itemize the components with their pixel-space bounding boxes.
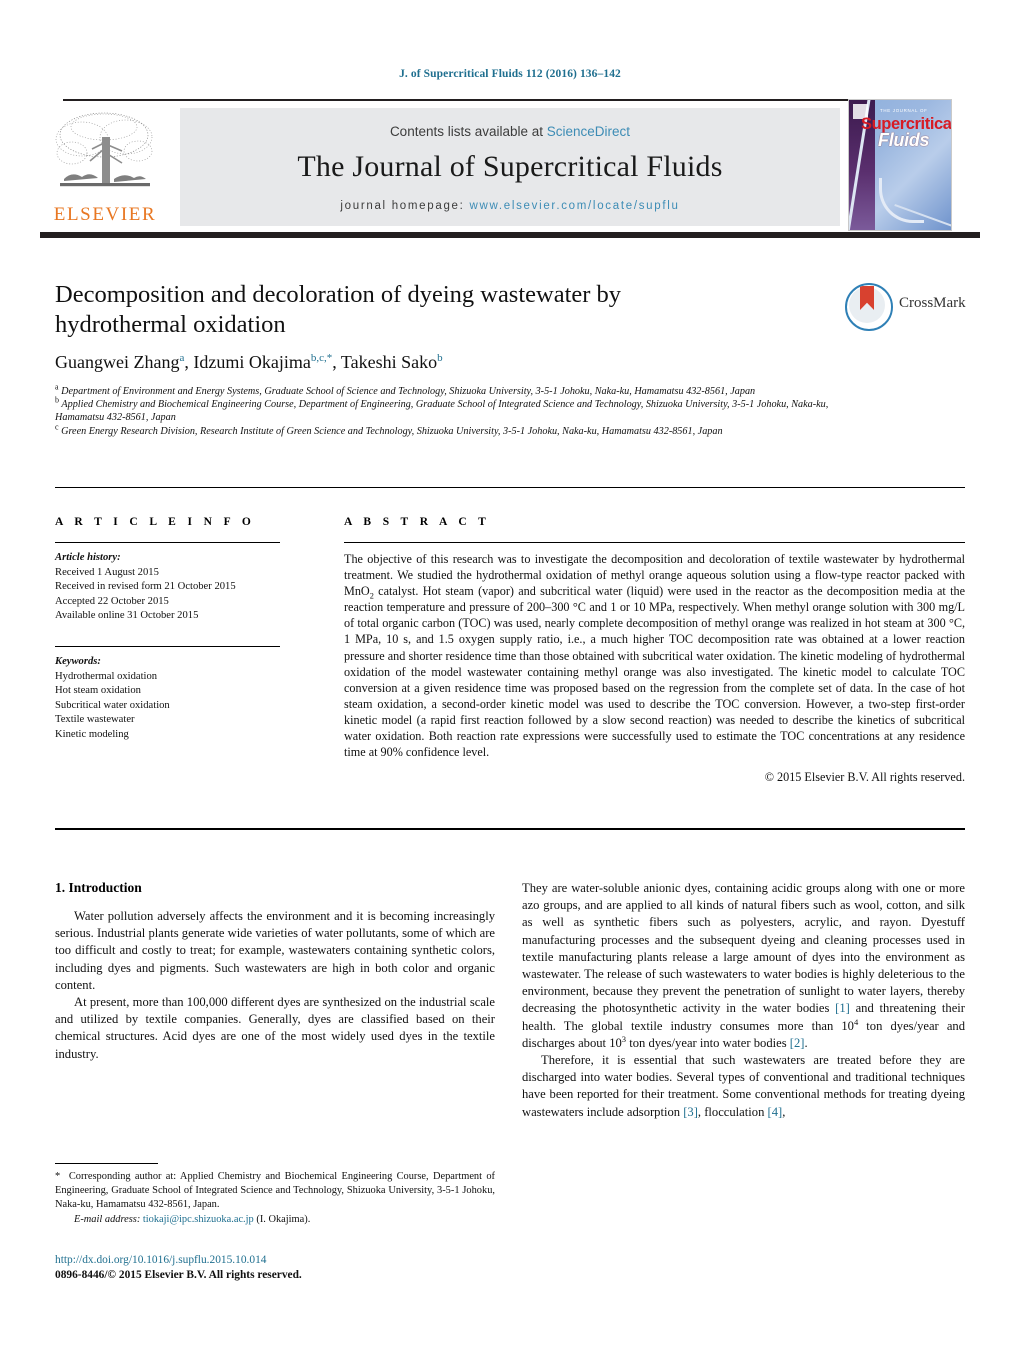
- masthead-top-rule: [63, 99, 848, 101]
- abstract-text: The objective of this research was to in…: [344, 552, 965, 760]
- affiliation-marker-c: c: [55, 422, 59, 432]
- page-footer: http://dx.doi.org/10.1016/j.supflu.2015.…: [55, 1253, 515, 1283]
- cover-title-fluids: Fluids: [878, 130, 930, 150]
- affiliations: a Department of Environment and Energy S…: [55, 382, 835, 438]
- article-info-rule: [55, 542, 280, 544]
- contents-lists-line: Contents lists available at ScienceDirec…: [180, 124, 840, 139]
- article-title: Decomposition and decoloration of dyeing…: [55, 281, 622, 338]
- email-line: E-mail address: tiokaji@ipc.shizuoka.ac.…: [55, 1213, 495, 1227]
- keyword-item: Hydrothermal oxidation: [55, 670, 158, 682]
- journal-masthead: ELSEVIER Contents lists available at Sci…: [40, 99, 980, 238]
- body-paragraph: Water pollution adversely affects the en…: [55, 909, 495, 992]
- author-list: Guangwei Zhanga, Idzumi Okajimab,c,*, Ta…: [55, 352, 443, 372]
- keywords-block: Keywords: Hydrothermal oxidation Hot ste…: [55, 655, 305, 743]
- journal-homepage-link[interactable]: www.elsevier.com/locate/supflu: [469, 200, 679, 212]
- body-paragraph: They are water-soluble anionic dyes, con…: [522, 881, 965, 1050]
- masthead-dark-bar: [40, 232, 980, 238]
- journal-homepage-line: journal homepage: www.elsevier.com/locat…: [180, 200, 840, 212]
- keyword-item: Subcritical water oxidation: [55, 699, 170, 711]
- affiliation-marker-b: b: [55, 395, 59, 405]
- article-history-label: Article history:: [55, 552, 121, 563]
- article-history-item: Received in revised form 21 October 2015: [55, 581, 236, 593]
- keywords-label: Keywords:: [55, 656, 101, 667]
- article-history-item: Received 1 August 2015: [55, 566, 159, 578]
- affiliation-c: c Green Energy Research Division, Resear…: [55, 422, 835, 438]
- crossmark-label: CrossMark: [899, 295, 966, 311]
- affiliation-b: b Applied Chemistry and Biochemical Engi…: [55, 395, 835, 424]
- cover-kicker: THE JOURNAL OF: [880, 108, 928, 113]
- keyword-item: Kinetic modeling: [55, 728, 129, 740]
- elsevier-logo: ELSEVIER: [40, 107, 170, 232]
- crossmark-icon: [845, 283, 893, 331]
- journal-article-page: J. of Supercritical Fluids 112 (2016) 13…: [0, 0, 1020, 1351]
- corresponding-author-footnote: * Corresponding author at: Applied Chemi…: [55, 1170, 495, 1227]
- article-info-separator-rule: [55, 646, 280, 648]
- article-history-item: Available online 31 October 2015: [55, 610, 199, 622]
- affiliation-text-a: Department of Environment and Energy Sys…: [61, 386, 756, 397]
- email-address-link[interactable]: tiokaji@ipc.shizuoka.ac.jp: [143, 1214, 254, 1225]
- article-history-item: Accepted 22 October 2015: [55, 595, 169, 607]
- email-owner: (I. Okajima).: [256, 1213, 311, 1225]
- abstract-rule: [344, 542, 965, 544]
- contents-lists-label: Contents lists available at: [389, 124, 547, 139]
- abstract-copyright: © 2015 Elsevier B.V. All rights reserved…: [764, 770, 965, 785]
- affiliation-text-b: Applied Chemistry and Biochemical Engine…: [55, 399, 829, 424]
- email-address-label: E-mail address:: [74, 1213, 141, 1225]
- abstract-section-bottom-rule: [55, 828, 965, 830]
- affiliation-marker-a: a: [55, 382, 59, 392]
- keyword-item: Hot steam oxidation: [55, 685, 141, 697]
- keyword-item: Textile wastewater: [55, 714, 135, 726]
- running-head: J. of Supercritical Fluids 112 (2016) 13…: [399, 68, 621, 80]
- affiliation-a: a Department of Environment and Energy S…: [55, 382, 835, 398]
- journal-homepage-label: journal homepage:: [340, 200, 465, 212]
- crossmark-badge[interactable]: CrossMark: [845, 283, 966, 345]
- masthead-gray-panel: Contents lists available at ScienceDirec…: [180, 108, 840, 226]
- journal-title: The Journal of Supercritical Fluids: [297, 150, 723, 183]
- footnote-rule: [55, 1163, 158, 1165]
- article-history-block: Article history: Received 1 August 2015 …: [55, 551, 305, 624]
- abstract-section-top-rule: [55, 487, 965, 489]
- body-column-right: They are water-soluble anionic dyes, con…: [522, 880, 965, 1121]
- cover-curve-graphic: [879, 178, 924, 223]
- title-block: Decomposition and decoloration of dyeing…: [55, 280, 755, 373]
- affiliation-text-c: Green Energy Research Division, Research…: [61, 425, 723, 437]
- elsevier-wordmark: ELSEVIER: [53, 204, 157, 225]
- corresponding-author-text: * Corresponding author at: Applied Chemi…: [55, 1171, 495, 1211]
- doi-link[interactable]: http://dx.doi.org/10.1016/j.supflu.2015.…: [55, 1253, 515, 1268]
- body-column-left: 1. Introduction Water pollution adversel…: [55, 880, 495, 1063]
- issn-copyright-line: 0896-8446/© 2015 Elsevier B.V. All right…: [55, 1269, 302, 1282]
- journal-cover-thumbnail: THE JOURNAL OF Supercritical Fluids: [848, 99, 952, 231]
- elsevier-tree-icon: [52, 109, 158, 195]
- section-title-introduction: 1. Introduction: [55, 880, 142, 895]
- abstract-block: The objective of this research was to in…: [344, 551, 965, 785]
- body-paragraph: At present, more than 100,000 different …: [55, 995, 495, 1061]
- sciencedirect-link[interactable]: ScienceDirect: [547, 124, 630, 139]
- article-info-heading: A R T I C L E I N F O: [55, 516, 256, 528]
- abstract-heading: A B S T R A C T: [344, 516, 491, 528]
- body-paragraph: Therefore, it is essential that such was…: [522, 1053, 965, 1119]
